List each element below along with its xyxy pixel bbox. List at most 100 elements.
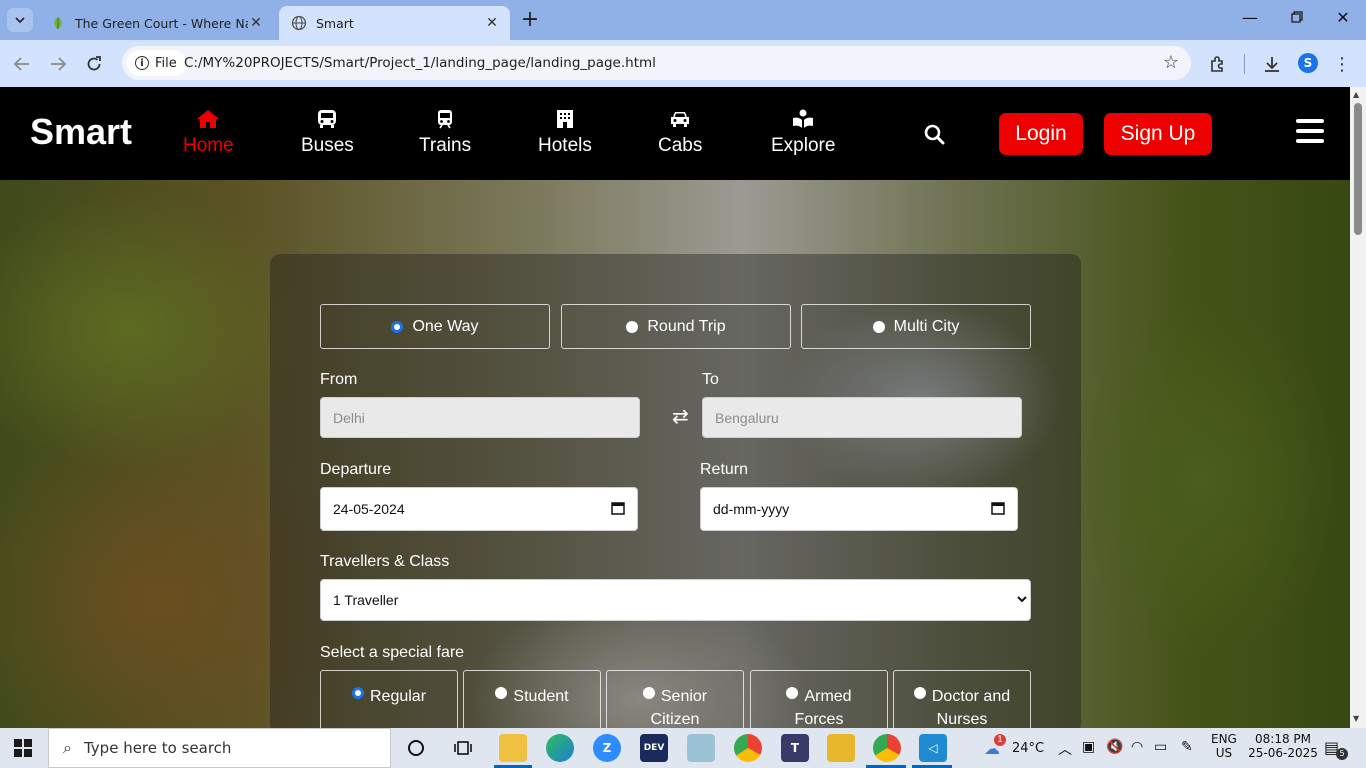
radio-unchecked[interactable]: [786, 687, 799, 699]
fare-option-student[interactable]: Student: [463, 670, 601, 728]
chevron-up-icon[interactable]: ︿: [1058, 739, 1072, 759]
scroll-up-arrow-icon[interactable]: ▲: [1353, 90, 1359, 99]
train-icon: [438, 110, 453, 129]
task-view-icon[interactable]: [449, 734, 477, 762]
address-bar[interactable]: i File C:/MY%20PROJECTS/Smart/Project_1/…: [122, 46, 1191, 80]
scroll-down-arrow-icon[interactable]: ▼: [1353, 714, 1359, 723]
tab-search-button[interactable]: [7, 8, 33, 32]
special-fare-label: Select a special fare: [320, 644, 465, 661]
trip-option-one-way[interactable]: One Way: [320, 304, 550, 349]
url-text: C:/MY%20PROJECTS/Smart/Project_1/landing…: [184, 55, 656, 71]
search-icon[interactable]: [924, 124, 945, 145]
return-label: Return: [700, 461, 749, 478]
nav-label: Home: [183, 135, 234, 156]
new-tab-button[interactable]: +: [519, 9, 541, 31]
typing-app-icon[interactable]: T: [781, 734, 809, 762]
to-label: To: [702, 371, 719, 388]
browser-tab-green-court[interactable]: The Green Court - Where Natur ✕: [38, 6, 274, 40]
radio-checked[interactable]: [351, 687, 364, 699]
pen-icon[interactable]: ✎: [1181, 739, 1193, 755]
fare-option-regular[interactable]: Regular: [320, 670, 458, 728]
from-label: From: [320, 371, 358, 388]
clock-date: 25-06-2025: [1248, 746, 1318, 760]
notes-app-icon[interactable]: [687, 734, 715, 762]
restore-icon[interactable]: [1285, 8, 1309, 27]
to-input[interactable]: Bengaluru: [702, 397, 1022, 438]
chrome-icon[interactable]: [734, 734, 762, 762]
chevron-down-icon: [15, 17, 25, 23]
calendar-icon[interactable]: [991, 501, 1005, 515]
dev-app-icon[interactable]: DEV: [640, 734, 668, 762]
profile-avatar[interactable]: S: [1298, 53, 1318, 73]
browser-tab-smart[interactable]: Smart ✕: [279, 6, 510, 40]
close-window-icon[interactable]: ✕: [1331, 8, 1355, 27]
cortana-icon[interactable]: [402, 734, 430, 762]
radio-unchecked[interactable]: [626, 320, 639, 333]
from-input[interactable]: Delhi: [320, 397, 640, 438]
taskbar-search-box[interactable]: ⌕ Type here to search: [48, 728, 391, 768]
site-info-chip[interactable]: i File: [127, 50, 187, 76]
nav-trains[interactable]: Trains: [419, 109, 471, 157]
trip-option-round-trip[interactable]: Round Trip: [561, 304, 791, 349]
fare-option-senior-citizen[interactable]: Senior Citizen: [606, 670, 744, 728]
windows-start-icon[interactable]: [14, 739, 32, 757]
calendar-icon[interactable]: [611, 501, 625, 515]
minimize-icon[interactable]: —: [1238, 8, 1262, 27]
weather-badge: 1: [994, 734, 1006, 746]
edge-icon[interactable]: [546, 734, 574, 762]
close-tab-icon[interactable]: ✕: [248, 15, 264, 31]
file-explorer-icon[interactable]: [499, 734, 527, 762]
nav-home[interactable]: Home: [183, 109, 234, 157]
download-icon[interactable]: [1260, 52, 1284, 76]
fare-option-label: Citizen: [650, 711, 700, 728]
signup-button[interactable]: Sign Up: [1104, 113, 1212, 155]
radio-unchecked[interactable]: [642, 687, 655, 699]
stack-app-icon[interactable]: [827, 734, 855, 762]
wifi-icon[interactable]: ◠: [1131, 739, 1143, 755]
swap-arrows-icon[interactable]: ⇄: [672, 404, 689, 428]
extensions-icon[interactable]: [1206, 52, 1230, 76]
login-button[interactable]: Login: [999, 113, 1083, 155]
chevron-down-icon: [1017, 596, 1027, 603]
radio-unchecked[interactable]: [495, 687, 508, 699]
return-date-input[interactable]: dd-mm-yyyy: [700, 487, 1018, 531]
nav-label: Hotels: [538, 135, 592, 156]
site-logo[interactable]: Smart: [30, 111, 132, 153]
browser-menu-icon[interactable]: ⋮: [1330, 52, 1354, 76]
nav-buses[interactable]: Buses: [301, 109, 354, 157]
trip-option-multi-city[interactable]: Multi City: [801, 304, 1031, 349]
battery-icon[interactable]: ▭: [1154, 739, 1167, 755]
bookmark-star-icon[interactable]: ☆: [1163, 52, 1179, 73]
travellers-select[interactable]: 1 Traveller: [320, 579, 1031, 621]
clock[interactable]: 08:18 PM 25-06-2025: [1248, 732, 1318, 760]
fare-option-label: Nurses: [936, 711, 988, 728]
fare-option-label: Forces: [794, 711, 844, 728]
hamburger-menu-icon[interactable]: [1296, 119, 1324, 149]
zoom-icon[interactable]: Z: [593, 734, 621, 762]
page-scrollbar[interactable]: ▲ ▼: [1350, 87, 1366, 728]
radio-unchecked[interactable]: [913, 687, 926, 699]
radio-unchecked[interactable]: [872, 320, 885, 333]
nav-label: Cabs: [658, 135, 703, 156]
close-tab-icon[interactable]: ✕: [484, 15, 500, 31]
fare-option-label: Student: [513, 688, 569, 705]
nav-hotels[interactable]: Hotels: [538, 109, 592, 157]
scrollbar-thumb[interactable]: [1354, 103, 1362, 235]
forward-arrow-icon[interactable]: [46, 52, 70, 76]
weather-temperature[interactable]: 24°C: [1012, 741, 1044, 756]
departure-date-input[interactable]: 24-05-2024: [320, 487, 638, 531]
nav-cabs[interactable]: Cabs: [658, 109, 702, 157]
radio-checked[interactable]: [391, 320, 404, 333]
reload-icon[interactable]: [82, 52, 106, 76]
nav-explore[interactable]: Explore: [771, 109, 835, 157]
volume-mute-icon[interactable]: 🔇: [1106, 739, 1123, 755]
meet-now-icon[interactable]: ▣: [1082, 739, 1095, 755]
chrome-profile-icon[interactable]: [873, 734, 901, 762]
home-icon: [197, 110, 220, 128]
fare-option-label: Doctor and: [931, 688, 1011, 705]
back-arrow-icon[interactable]: [10, 52, 34, 76]
language-indicator[interactable]: ENG US: [1211, 732, 1237, 760]
fare-option-armed-forces[interactable]: Armed Forces: [750, 670, 888, 728]
vscode-icon[interactable]: ◁: [919, 734, 947, 762]
fare-option-doctor-nurses[interactable]: Doctor and Nurses: [893, 670, 1031, 728]
